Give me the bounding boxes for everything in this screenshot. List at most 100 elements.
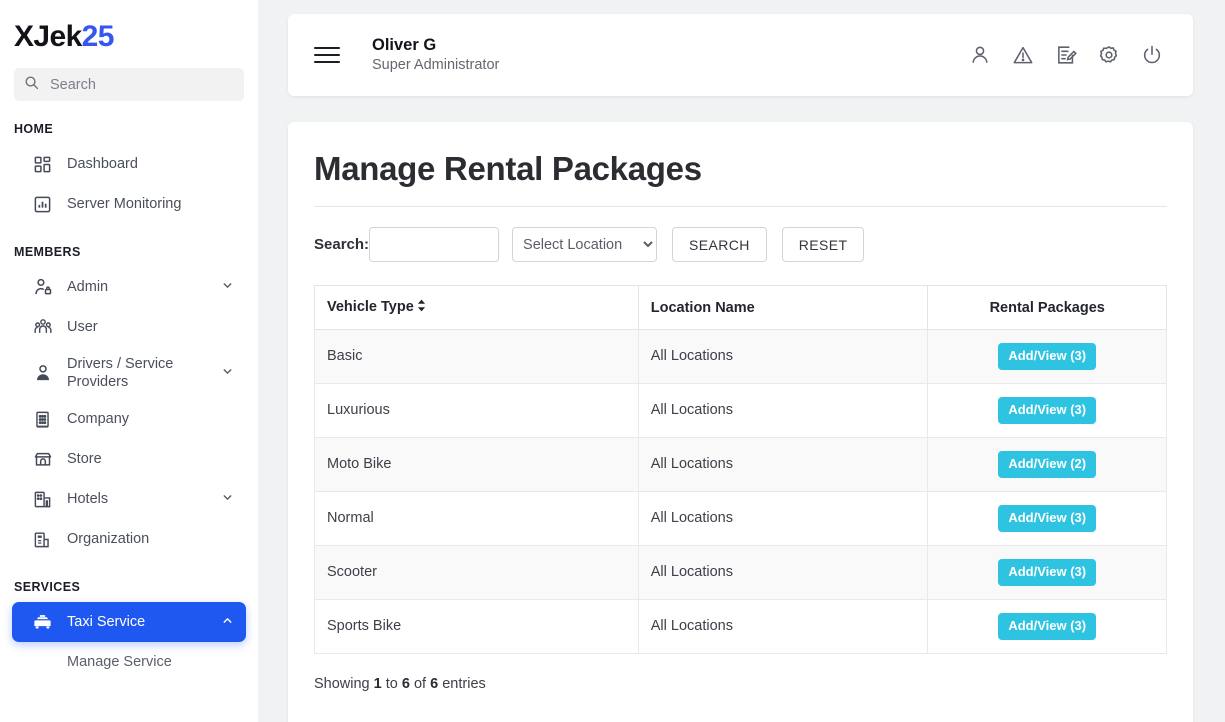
sidebar-item-label: Drivers / Service Providers: [67, 355, 207, 391]
sidebar-item-hotels[interactable]: Hotels: [12, 479, 246, 519]
rental-packages-table: Vehicle Type Location Name Rental Packag…: [314, 285, 1167, 654]
sidebar-item-label: Organization: [67, 530, 232, 548]
sidebar-item-label: Company: [67, 410, 232, 428]
sidebar-item-organization[interactable]: Organization: [12, 519, 246, 559]
sidebar-section-home: HOME: [0, 101, 258, 144]
search-button[interactable]: SEARCH: [672, 227, 767, 262]
search-icon: [24, 75, 39, 95]
search-input[interactable]: [48, 76, 234, 94]
column-header-label: Location Name: [651, 300, 755, 316]
cell-location: All Locations: [638, 437, 928, 491]
table-row: Basic All Locations Add/View (3): [315, 330, 1167, 384]
cell-rental-packages: Add/View (2): [928, 437, 1167, 491]
table-header-row: Vehicle Type Location Name Rental Packag…: [315, 286, 1167, 330]
cell-rental-packages: Add/View (3): [928, 330, 1167, 384]
store-icon: [32, 449, 53, 470]
sidebar-item-user[interactable]: User: [12, 307, 246, 347]
column-header-label: Rental Packages: [990, 300, 1105, 316]
users-group-icon: [32, 317, 53, 338]
cell-location: All Locations: [638, 491, 928, 545]
add-view-button[interactable]: Add/View (2): [998, 451, 1096, 478]
profile-icon[interactable]: [969, 44, 991, 66]
app-logo[interactable]: XJek25: [0, 0, 258, 66]
add-view-button[interactable]: Add/View (3): [998, 559, 1096, 586]
taxi-icon: [32, 612, 53, 633]
sidebar-item-label: Hotels: [67, 490, 207, 508]
add-view-button[interactable]: Add/View (3): [998, 613, 1096, 640]
showing-to: 6: [402, 676, 410, 692]
chevron-down-icon[interactable]: [221, 365, 234, 382]
add-view-button[interactable]: Add/View (3): [998, 505, 1096, 532]
showing-mid2: of: [410, 676, 430, 692]
column-header-label: Vehicle Type: [327, 299, 414, 315]
hotel-icon: [32, 489, 53, 510]
power-icon[interactable]: [1141, 44, 1163, 66]
add-view-button[interactable]: Add/View (3): [998, 343, 1096, 370]
cell-location: All Locations: [638, 383, 928, 437]
gear-icon[interactable]: [1098, 44, 1120, 66]
cell-location: All Locations: [638, 330, 928, 384]
sidebar-search[interactable]: [14, 68, 244, 101]
hamburger-menu-icon[interactable]: [314, 42, 340, 68]
sidebar-item-admin[interactable]: Admin: [12, 267, 246, 307]
driver-icon: [32, 363, 53, 384]
showing-from: 1: [374, 676, 382, 692]
table-row: Luxurious All Locations Add/View (3): [315, 383, 1167, 437]
header-icon-group: [969, 44, 1163, 66]
table-row: Normal All Locations Add/View (3): [315, 491, 1167, 545]
sidebar-item-server-monitoring[interactable]: Server Monitoring: [12, 184, 246, 224]
warning-icon[interactable]: [1012, 44, 1034, 66]
sidebar-item-label: Store: [67, 450, 232, 468]
sidebar-section-members: MEMBERS: [0, 224, 258, 267]
reset-button[interactable]: RESET: [782, 227, 865, 262]
sidebar-item-label: Admin: [67, 278, 207, 296]
cell-location: All Locations: [638, 599, 928, 653]
table-entries-summary: Showing 1 to 6 of 6 entries: [314, 676, 1167, 692]
organization-icon: [32, 529, 53, 550]
sidebar-item-taxi-service[interactable]: Taxi Service: [12, 602, 246, 642]
cell-rental-packages: Add/View (3): [928, 599, 1167, 653]
logo-text-primary: XJek: [14, 20, 82, 53]
cell-vehicle-type: Basic: [315, 330, 639, 384]
column-header-location-name: Location Name: [638, 286, 928, 330]
cell-vehicle-type: Scooter: [315, 545, 639, 599]
chart-box-icon: [32, 194, 53, 215]
filter-toolbar: Search: Select Location SEARCH RESET: [314, 227, 1167, 262]
cell-vehicle-type: Normal: [315, 491, 639, 545]
rental-packages-panel: Manage Rental Packages Search: Select Lo…: [288, 122, 1193, 722]
sidebar-item-company[interactable]: Company: [12, 399, 246, 439]
sidebar-item-label: Server Monitoring: [67, 195, 232, 213]
table-row: Scooter All Locations Add/View (3): [315, 545, 1167, 599]
sidebar-item-dashboard[interactable]: Dashboard: [12, 144, 246, 184]
app-root: XJek25 HOME Dashboard: [0, 0, 1225, 722]
search-text-input[interactable]: [369, 227, 499, 262]
location-select[interactable]: Select Location: [512, 227, 657, 262]
chevron-down-icon[interactable]: [221, 491, 234, 508]
add-view-button[interactable]: Add/View (3): [998, 397, 1096, 424]
sidebar-item-label: User: [67, 318, 232, 336]
cell-rental-packages: Add/View (3): [928, 545, 1167, 599]
sidebar-item-manage-service[interactable]: Manage Service: [12, 642, 246, 682]
user-role: Super Administrator: [372, 56, 499, 76]
cell-rental-packages: Add/View (3): [928, 491, 1167, 545]
sidebar: XJek25 HOME Dashboard: [0, 0, 258, 722]
chevron-up-icon[interactable]: [221, 614, 234, 631]
column-header-rental-packages: Rental Packages: [928, 286, 1167, 330]
showing-mid1: to: [382, 676, 402, 692]
building-icon: [32, 409, 53, 430]
user-name: Oliver G: [372, 34, 499, 56]
column-header-vehicle-type[interactable]: Vehicle Type: [315, 286, 639, 330]
page-title: Manage Rental Packages: [314, 150, 1167, 207]
cell-vehicle-type: Moto Bike: [315, 437, 639, 491]
showing-total: 6: [430, 676, 438, 692]
sidebar-item-label: Manage Service: [67, 653, 232, 671]
sidebar-item-label: Taxi Service: [67, 613, 207, 631]
sidebar-item-drivers-service-providers[interactable]: Drivers / Service Providers: [12, 347, 246, 399]
cell-rental-packages: Add/View (3): [928, 383, 1167, 437]
cell-vehicle-type: Luxurious: [315, 383, 639, 437]
sidebar-item-store[interactable]: Store: [12, 439, 246, 479]
edit-document-icon[interactable]: [1055, 44, 1077, 66]
cell-location: All Locations: [638, 545, 928, 599]
sort-icon[interactable]: [417, 299, 426, 316]
chevron-down-icon[interactable]: [221, 279, 234, 296]
